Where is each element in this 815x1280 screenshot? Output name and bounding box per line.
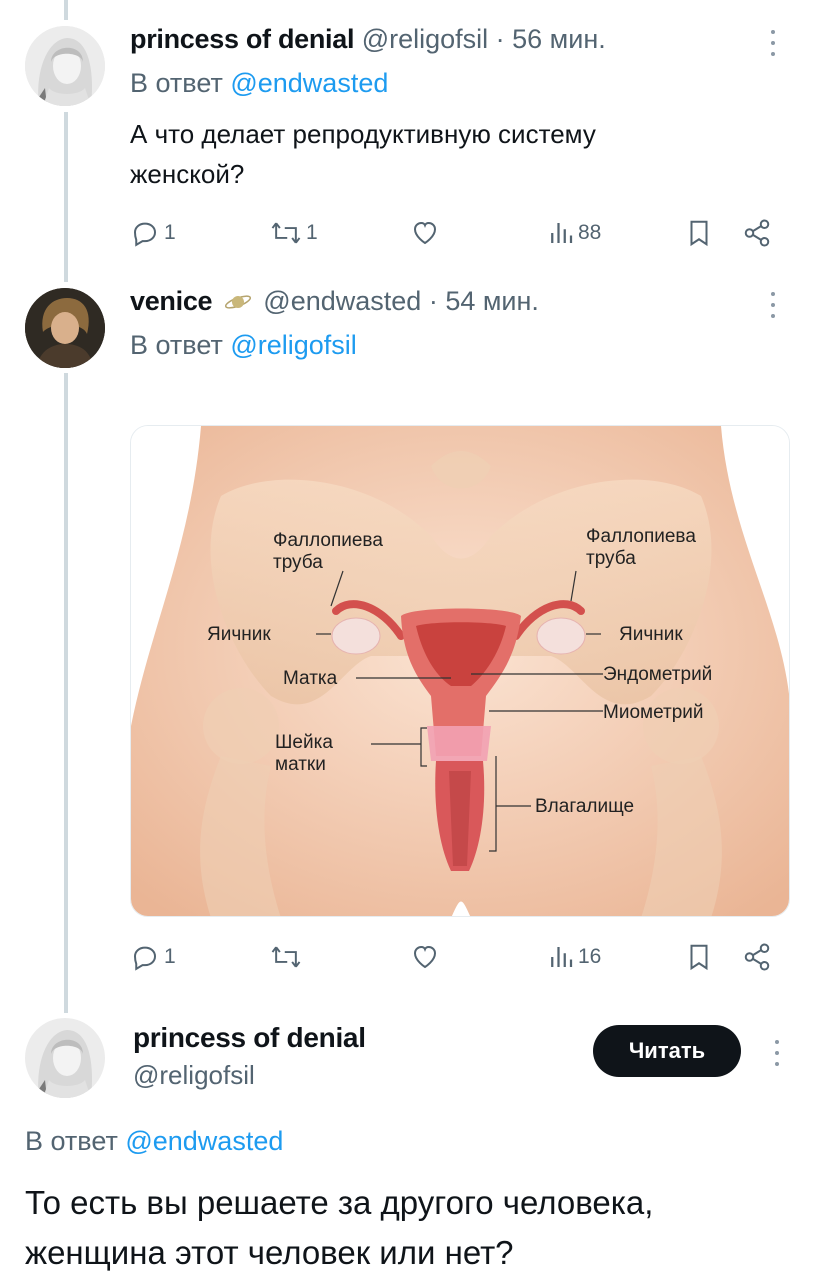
retweet-button[interactable]: 1 — [270, 213, 318, 253]
tweet-text-line: женской? — [130, 159, 245, 189]
share-icon — [744, 943, 770, 971]
thread-line-1 — [64, 112, 68, 282]
action-bar: 1 1 88 — [130, 213, 780, 253]
follow-button[interactable]: Читать — [593, 1025, 741, 1077]
avatar-image — [25, 26, 105, 106]
tweet-header: venice @endwasted · 54 мин. — [130, 286, 539, 317]
timestamp[interactable]: · 54 мин. — [429, 286, 539, 316]
like-button[interactable] — [410, 213, 440, 253]
retweet-icon — [271, 222, 301, 244]
reply-prefix: В ответ — [25, 1126, 118, 1156]
reply-button[interactable]: 1 — [130, 213, 176, 253]
label-fallopian-right: труба — [586, 548, 636, 569]
bookmark-button[interactable] — [686, 937, 712, 977]
bookmark-icon — [690, 220, 708, 247]
reply-to: В ответ @endwasted — [130, 68, 388, 99]
bookmark-button[interactable] — [686, 213, 712, 253]
more-options-icon[interactable] — [772, 1040, 782, 1070]
share-button[interactable] — [742, 937, 772, 977]
handle[interactable]: @religofsil — [133, 1060, 366, 1091]
tweet-text-line: То есть вы решаете за другого человека, — [25, 1184, 654, 1221]
author-block: princess of denial @religofsil — [133, 1022, 366, 1091]
label-fallopian-left: Фаллопиева — [273, 530, 383, 551]
reply-prefix: В ответ — [130, 68, 223, 98]
retweet-count: 1 — [306, 221, 318, 244]
more-options-icon[interactable] — [768, 292, 778, 322]
handle[interactable]: @religofsil — [362, 24, 488, 54]
reply-prefix: В ответ — [130, 330, 223, 360]
retweet-icon — [271, 946, 301, 968]
views-button[interactable]: 88 — [548, 213, 601, 253]
timestamp[interactable]: · 56 мин. — [496, 24, 606, 54]
tweet-text-line: А что делает репродуктивную систему — [130, 119, 596, 149]
thread-line-top — [64, 0, 68, 20]
avatar[interactable] — [25, 1018, 105, 1098]
tweet-header: princess of denial @religofsil · 56 мин. — [130, 24, 606, 55]
label-ovary-left: Яичник — [207, 624, 271, 645]
heart-icon — [413, 945, 437, 969]
label-vagina: Влагалище — [535, 796, 634, 817]
handle[interactable]: @endwasted — [263, 286, 421, 316]
retweet-button[interactable] — [270, 937, 302, 977]
avatar[interactable] — [25, 26, 105, 106]
heart-icon — [413, 221, 437, 245]
display-name[interactable]: venice — [130, 286, 213, 316]
tweet-text: То есть вы решаете за другого человека, … — [25, 1178, 653, 1278]
more-options-icon[interactable] — [768, 30, 778, 60]
views-icon — [551, 223, 573, 243]
bookmark-icon — [690, 944, 708, 971]
label-cervix: матки — [275, 754, 326, 775]
reply-button[interactable]: 1 — [130, 937, 176, 977]
views-count: 88 — [578, 221, 602, 244]
avatar-image — [25, 288, 105, 368]
anatomy-diagram: Фаллопиева труба Фаллопиева труба Яичник… — [131, 426, 789, 916]
label-fallopian-left: труба — [273, 552, 323, 573]
label-myometrium: Миометрий — [603, 702, 704, 723]
views-button[interactable]: 16 — [548, 937, 601, 977]
reply-count: 1 — [164, 221, 176, 244]
label-cervix: Шейка — [275, 732, 333, 753]
label-uterus: Матка — [283, 668, 338, 689]
display-name[interactable]: princess of denial — [133, 1022, 366, 1054]
avatar-image — [25, 1018, 105, 1098]
display-name[interactable]: princess of denial — [130, 24, 354, 54]
reply-handle-link[interactable]: @religofsil — [230, 330, 356, 360]
reply-to: В ответ @religofsil — [130, 330, 357, 361]
action-bar: 1 16 — [130, 937, 780, 977]
label-ovary-right: Яичник — [619, 624, 683, 645]
tweet-text: А что делает репродуктивную систему женс… — [130, 114, 596, 194]
tweet-media-image[interactable]: Фаллопиева труба Фаллопиева труба Яичник… — [130, 425, 790, 917]
label-endometrium: Эндометрий — [603, 664, 712, 685]
reply-icon — [133, 222, 157, 247]
tweet-text-line: женщина этот человек или нет? — [25, 1234, 514, 1271]
reply-to: В ответ @endwasted — [25, 1126, 283, 1157]
share-button[interactable] — [742, 213, 772, 253]
reply-icon — [133, 946, 157, 971]
views-icon — [551, 947, 573, 967]
avatar[interactable] — [25, 288, 105, 368]
label-fallopian-right: Фаллопиева — [586, 526, 696, 547]
reply-count: 1 — [164, 945, 176, 968]
share-icon — [744, 219, 770, 247]
like-button[interactable] — [410, 937, 440, 977]
planet-emoji-icon — [224, 295, 251, 309]
views-count: 16 — [578, 945, 602, 968]
reply-handle-link[interactable]: @endwasted — [230, 68, 388, 98]
reply-handle-link[interactable]: @endwasted — [125, 1126, 283, 1156]
thread-line-2 — [64, 373, 68, 1013]
